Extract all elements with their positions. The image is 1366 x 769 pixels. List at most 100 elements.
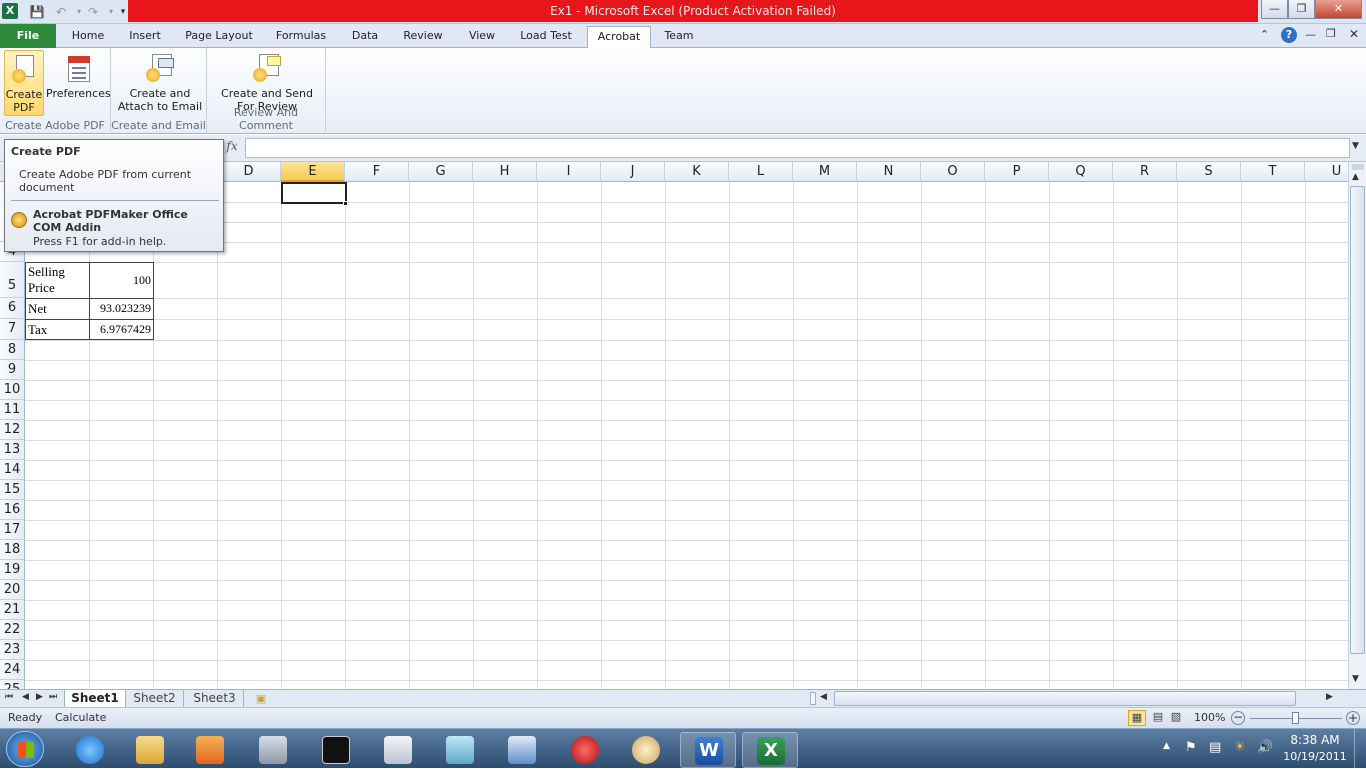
cell-b5[interactable]: 100: [89, 262, 154, 299]
workbook-restore-icon[interactable]: ❐: [1326, 27, 1336, 40]
scroll-up-icon[interactable]: ▲: [1352, 172, 1359, 182]
column-header-t[interactable]: T: [1241, 162, 1305, 182]
minimize-ribbon-icon[interactable]: ⌃: [1260, 28, 1269, 41]
tab-page-layout[interactable]: Page Layout: [178, 26, 260, 48]
vertical-scrollbar[interactable]: ▲ ▼: [1348, 162, 1366, 689]
column-header-q[interactable]: Q: [1049, 162, 1113, 182]
volume-icon[interactable]: 🔊: [1257, 740, 1273, 755]
row-header[interactable]: 6: [0, 298, 25, 319]
row-header[interactable]: 21: [0, 600, 25, 620]
expand-formula-bar-icon[interactable]: ▼: [1352, 141, 1359, 151]
row-header[interactable]: 7: [0, 319, 25, 340]
tab-split-bar[interactable]: [810, 692, 816, 705]
row-header[interactable]: 24: [0, 660, 25, 680]
microsoft-excel-icon[interactable]: X: [742, 732, 798, 768]
row-header[interactable]: 8: [0, 340, 25, 360]
workbook-close-icon[interactable]: ✕: [1349, 27, 1359, 41]
row-header[interactable]: 11: [0, 400, 25, 420]
zoom-slider-thumb[interactable]: [1292, 712, 1299, 724]
media-player-icon[interactable]: [182, 732, 238, 768]
tab-load-test[interactable]: Load Test: [514, 26, 578, 48]
notepad-icon[interactable]: [370, 732, 426, 768]
row-header[interactable]: 22: [0, 620, 25, 640]
show-desktop-button[interactable]: [1354, 729, 1366, 769]
cell-a6[interactable]: Net: [25, 298, 90, 320]
column-header-d[interactable]: D: [217, 162, 281, 182]
tab-file[interactable]: File: [0, 24, 56, 48]
column-header-i[interactable]: I: [537, 162, 601, 182]
minimize-button[interactable]: —: [1261, 0, 1288, 19]
excel-logo-icon[interactable]: X: [2, 3, 18, 19]
tab-insert[interactable]: Insert: [120, 26, 170, 48]
attach-to-email-button[interactable]: Create and Attach to Email: [117, 50, 203, 116]
row-header[interactable]: 17: [0, 520, 25, 540]
start-button[interactable]: [6, 731, 44, 767]
page-break-view-icon[interactable]: ▧: [1168, 710, 1184, 726]
fill-handle[interactable]: [343, 201, 348, 206]
row-header[interactable]: 9: [0, 360, 25, 380]
split-box[interactable]: [1352, 164, 1364, 170]
column-header-j[interactable]: J: [601, 162, 665, 182]
create-pdf-button[interactable]: Create PDF: [4, 50, 44, 116]
close-button[interactable]: ✕: [1315, 0, 1362, 19]
paint-icon[interactable]: [618, 732, 674, 768]
workbook-minimize-icon[interactable]: —: [1305, 28, 1316, 41]
tab-view[interactable]: View: [460, 26, 504, 48]
zoom-level[interactable]: 100%: [1194, 711, 1225, 724]
cell-b7[interactable]: 6.9767429: [89, 319, 154, 340]
row-header[interactable]: 10: [0, 380, 25, 400]
row-header[interactable]: 20: [0, 580, 25, 600]
column-header-n[interactable]: N: [857, 162, 921, 182]
undo-icon[interactable]: ↶: [52, 3, 70, 21]
column-header-s[interactable]: S: [1177, 162, 1241, 182]
column-header-k[interactable]: K: [665, 162, 729, 182]
insert-sheet-icon[interactable]: ▣: [248, 690, 274, 708]
wordpad-icon[interactable]: [494, 732, 550, 768]
cell-a5[interactable]: Selling Price: [25, 262, 90, 299]
clock-time[interactable]: 8:38 AM: [1286, 733, 1344, 747]
action-center-icon[interactable]: ⚑: [1185, 740, 1197, 755]
column-header-e[interactable]: E: [281, 162, 345, 182]
last-sheet-icon[interactable]: ⏭: [49, 692, 57, 702]
sheet-tab-sheet2[interactable]: Sheet2: [126, 690, 184, 708]
row-header[interactable]: 15: [0, 480, 25, 500]
scroll-down-icon[interactable]: ▼: [1352, 674, 1359, 684]
zoom-in-icon[interactable]: +: [1346, 711, 1360, 725]
windows-explorer-icon[interactable]: [122, 732, 178, 768]
tab-review[interactable]: Review: [396, 26, 450, 48]
insert-function-icon[interactable]: fx: [222, 139, 242, 157]
normal-view-icon[interactable]: ▦: [1128, 710, 1146, 726]
tab-formulas[interactable]: Formulas: [268, 26, 334, 48]
next-sheet-icon[interactable]: ▶: [36, 692, 43, 702]
page-layout-view-icon[interactable]: ▤: [1150, 710, 1166, 726]
row-header[interactable]: 14: [0, 460, 25, 480]
column-header-m[interactable]: M: [793, 162, 857, 182]
tab-home[interactable]: Home: [62, 26, 114, 48]
scroll-left-icon[interactable]: ◀: [820, 692, 827, 702]
column-header-g[interactable]: G: [409, 162, 473, 182]
command-prompt-icon[interactable]: [308, 732, 364, 768]
calculator-icon[interactable]: [245, 732, 301, 768]
row-header[interactable]: 19: [0, 560, 25, 580]
maximize-button[interactable]: ❐: [1288, 0, 1315, 19]
row-header[interactable]: 5: [0, 262, 25, 298]
column-header-o[interactable]: O: [921, 162, 985, 182]
redo-icon[interactable]: ↷: [84, 3, 102, 21]
tab-data[interactable]: Data: [342, 26, 388, 48]
cell-a7[interactable]: Tax: [25, 319, 90, 340]
zoom-out-icon[interactable]: −: [1231, 711, 1245, 725]
horizontal-scroll-thumb[interactable]: [834, 691, 1296, 706]
sticky-notes-icon[interactable]: [432, 732, 488, 768]
prev-sheet-icon[interactable]: ◀: [22, 692, 29, 702]
first-sheet-icon[interactable]: ⏮: [5, 692, 13, 702]
tab-acrobat[interactable]: Acrobat: [587, 26, 651, 49]
column-header-p[interactable]: P: [985, 162, 1049, 182]
save-icon[interactable]: 💾: [28, 3, 46, 21]
internet-explorer-icon[interactable]: [62, 732, 118, 768]
scroll-thumb[interactable]: [1350, 186, 1365, 654]
active-cell-e1[interactable]: [281, 182, 347, 204]
row-header[interactable]: 25: [0, 680, 25, 689]
formula-input[interactable]: [245, 138, 1350, 158]
sheet-tab-sheet3[interactable]: Sheet3: [186, 690, 244, 708]
row-header[interactable]: 12: [0, 420, 25, 440]
